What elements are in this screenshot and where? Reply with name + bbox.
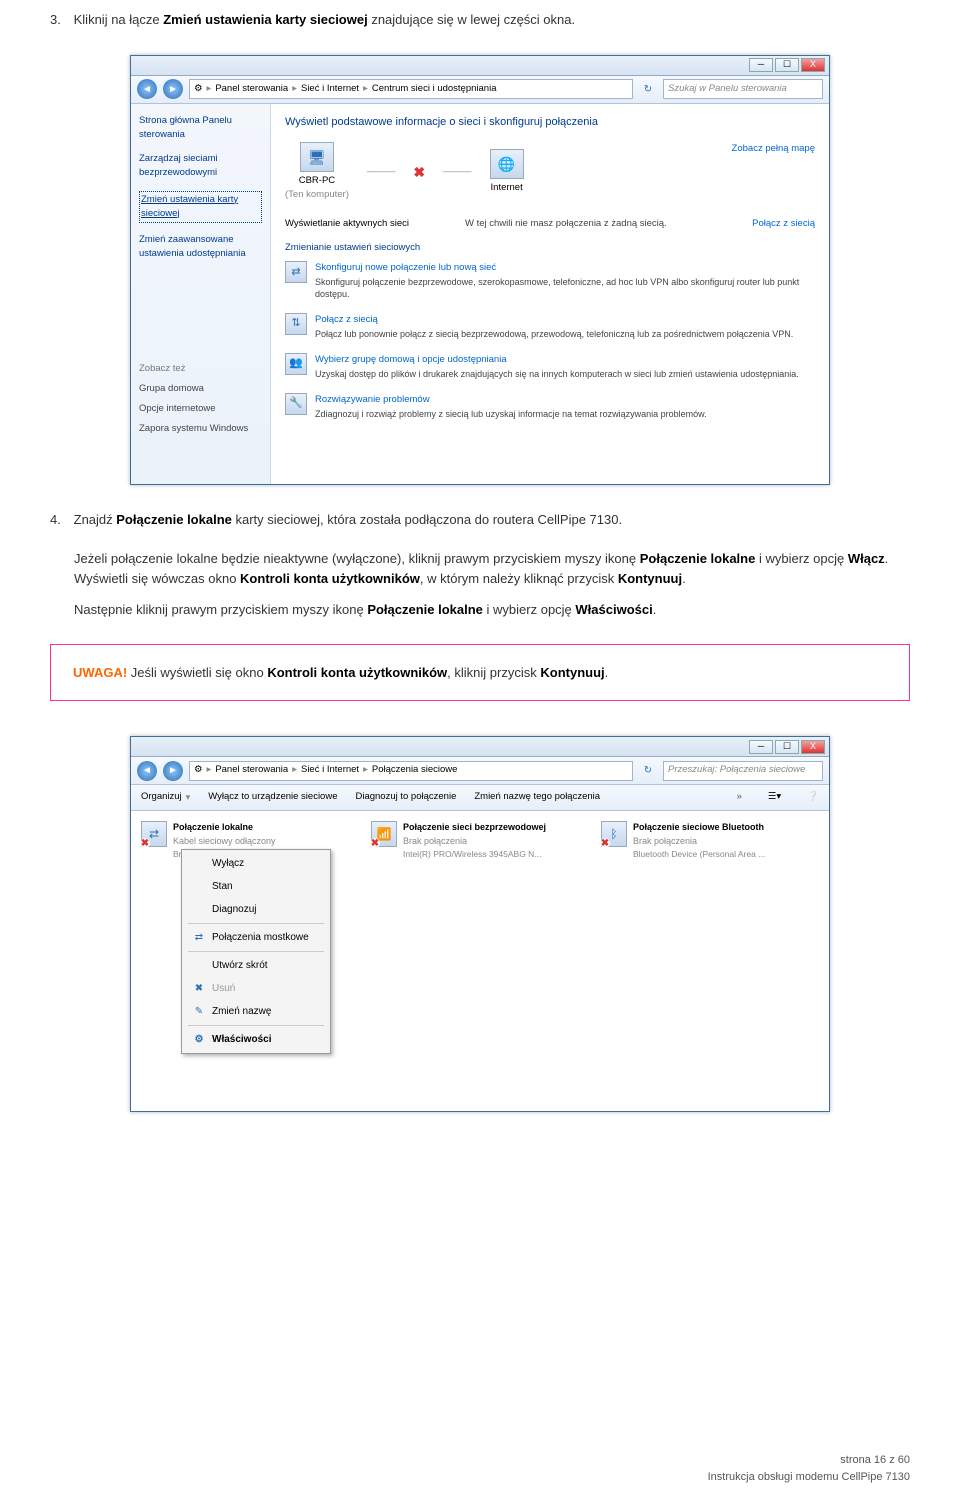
command-bar: Organizuj▾ Wyłącz to urządzenie sieciowe… (131, 785, 829, 811)
bridge-icon: ⇄ (192, 931, 206, 945)
sidebar: Strona główna Panelu sterowania Zarządza… (131, 104, 271, 484)
forward-button-2[interactable]: ► (163, 761, 183, 781)
step-3: 3. Kliknij na łącze Zmień ustawienia kar… (50, 10, 910, 30)
refresh-icon-2[interactable]: ↻ (639, 762, 657, 780)
disable-device[interactable]: Wyłącz to urządzenie sieciowe (208, 790, 337, 804)
step-4-body: Znajdź Połączenie lokalne karty sieciowe… (74, 510, 909, 530)
task-new-connection[interactable]: Skonfiguruj nowe połączenie lub nową sie… (315, 261, 815, 275)
maximize-button-2[interactable]: ☐ (775, 740, 799, 754)
menu-rename[interactable]: ✎Zmień nazwę (184, 1000, 328, 1023)
menu-shortcut[interactable]: Utwórz skrót (184, 954, 328, 977)
rename-icon: ✎ (192, 1005, 206, 1019)
disable-icon (192, 857, 206, 871)
homegroup-icon: 👥 (285, 353, 307, 375)
network-center-window: ─ ☐ X ◄ ► ⚙ ▸ Panel sterowania ▸ Sieć i … (130, 55, 830, 485)
seealso-internet[interactable]: Opcje internetowe (139, 402, 262, 416)
new-connection-icon: ⇄ (285, 261, 307, 283)
address-bar: ◄ ► ⚙ ▸ Panel sterowania ▸ Sieć i Intern… (131, 76, 829, 104)
control-panel-icon: ⚙ (194, 82, 203, 96)
task-troubleshoot[interactable]: Rozwiązywanie problemów (315, 393, 707, 407)
menu-properties[interactable]: ⚙Właściwości (184, 1028, 328, 1051)
step-3-body: Kliknij na łącze Zmień ustawienia karty … (74, 10, 909, 30)
minimize-button-2[interactable]: ─ (749, 740, 773, 754)
computer-icon: 🖥 (300, 142, 334, 172)
step-4: 4. Znajdź Połączenie lokalne karty sieci… (50, 510, 910, 530)
disconnected-icon: ✖ (413, 162, 425, 183)
minimize-button[interactable]: ─ (749, 58, 773, 72)
address-bar-2: ◄ ► ⚙ ▸ Panel sterowania ▸ Sieć i Intern… (131, 757, 829, 785)
error-badge-icon: ✖ (600, 838, 610, 848)
bluetooth-icon: ᛒ✖ (601, 821, 627, 847)
close-button[interactable]: X (801, 58, 825, 72)
warning-box: UWAGA! Jeśli wyświetli się okno Kontroli… (50, 644, 910, 702)
step-4-number: 4. (50, 510, 70, 530)
page-footer: strona 16 z 60 Instrukcja obsługi modemu… (50, 1452, 910, 1485)
properties-icon: ⚙ (192, 1033, 206, 1047)
search-input-2[interactable]: Przeszukaj: Połączenia sieciowe (663, 761, 823, 781)
search-input[interactable]: Szukaj w Panelu sterowania (663, 79, 823, 99)
menu-delete[interactable]: ✖Usuń (184, 977, 328, 1000)
ethernet-icon: ⇄✖ (141, 821, 167, 847)
network-map: Zobacz pełną mapę 🖥 CBR-PC (Ten komputer… (285, 142, 815, 203)
seealso-firewall[interactable]: Zapora systemu Windows (139, 422, 262, 436)
sidebar-home[interactable]: Strona główna Panelu sterowania (139, 114, 262, 143)
sidebar-adapter-settings[interactable]: Zmień ustawienia karty sieciowej (139, 191, 262, 224)
connection-wifi[interactable]: 📶✖ Połączenie sieci bezprzewodowej Brak … (371, 821, 571, 861)
menu-status[interactable]: Stan (184, 875, 328, 898)
forward-button[interactable]: ► (163, 79, 183, 99)
back-button[interactable]: ◄ (137, 79, 157, 99)
page-number: strona 16 z 60 (50, 1452, 910, 1469)
sidebar-wireless[interactable]: Zarządzaj sieciami bezprzewodowymi (139, 152, 262, 181)
delete-icon: ✖ (192, 982, 206, 996)
error-badge-icon: ✖ (140, 838, 150, 848)
help-icon[interactable]: ❔ (807, 790, 819, 804)
internet-icon: 🌐 (490, 149, 524, 179)
view-icon[interactable]: ☰▾ (768, 790, 781, 804)
maximize-button[interactable]: ☐ (775, 58, 799, 72)
breadcrumb[interactable]: ⚙ ▸ Panel sterowania ▸ Sieć i Internet ▸… (189, 79, 633, 99)
connect-link[interactable]: Połącz z siecią (752, 217, 815, 231)
wifi-icon: 📶✖ (371, 821, 397, 847)
doc-title: Instrukcja obsługi modemu CellPipe 7130 (50, 1469, 910, 1486)
organize-menu[interactable]: Organizuj (141, 790, 182, 804)
menu-disable[interactable]: Wyłącz (184, 852, 328, 875)
connect-network-icon: ⇅ (285, 313, 307, 335)
more-commands[interactable]: » (737, 790, 742, 804)
main-heading: Wyświetl podstawowe informacje o sieci i… (285, 114, 815, 131)
connection-bluetooth[interactable]: ᛒ✖ Połączenie sieciowe Bluetooth Brak po… (601, 821, 801, 861)
rename-conn[interactable]: Zmień nazwę tego połączenia (474, 790, 600, 804)
change-settings-title: Zmienianie ustawień sieciowych (285, 241, 815, 255)
diagnose-conn[interactable]: Diagnozuj to połączenie (355, 790, 456, 804)
troubleshoot-icon: 🔧 (285, 393, 307, 415)
menu-bridge[interactable]: ⇄Połączenia mostkowe (184, 926, 328, 949)
titlebar: ─ ☐ X (131, 56, 829, 76)
context-menu: Wyłącz Stan Diagnozuj ⇄Połączenia mostko… (181, 849, 331, 1054)
step-4-para-3: Następnie kliknij prawym przyciskiem mys… (74, 600, 910, 620)
step-4-para-2: Jeżeli połączenie lokalne będzie nieakty… (74, 549, 910, 588)
main-content: Wyświetl podstawowe informacje o sieci i… (271, 104, 829, 484)
task-connect[interactable]: Połącz z siecią (315, 313, 793, 327)
control-panel-icon: ⚙ (194, 763, 203, 777)
titlebar-2: ─ ☐ X (131, 737, 829, 757)
close-button-2[interactable]: X (801, 740, 825, 754)
error-badge-icon: ✖ (370, 838, 380, 848)
menu-diagnose[interactable]: Diagnozuj (184, 898, 328, 921)
refresh-icon[interactable]: ↻ (639, 80, 657, 98)
seealso-homegroup[interactable]: Grupa domowa (139, 382, 262, 396)
back-button-2[interactable]: ◄ (137, 761, 157, 781)
step-3-number: 3. (50, 10, 70, 30)
seealso-title: Zobacz też (139, 362, 262, 376)
breadcrumb-2[interactable]: ⚙ ▸ Panel sterowania ▸ Sieć i Internet ▸… (189, 761, 633, 781)
sidebar-advanced-sharing[interactable]: Zmień zaawansowane ustawienia udostępnia… (139, 233, 262, 262)
network-connections-window: ─ ☐ X ◄ ► ⚙ ▸ Panel sterowania ▸ Sieć i … (130, 736, 830, 1112)
full-map-link[interactable]: Zobacz pełną mapę (732, 142, 815, 156)
task-homegroup[interactable]: Wybierz grupę domową i opcje udostępnian… (315, 353, 799, 367)
